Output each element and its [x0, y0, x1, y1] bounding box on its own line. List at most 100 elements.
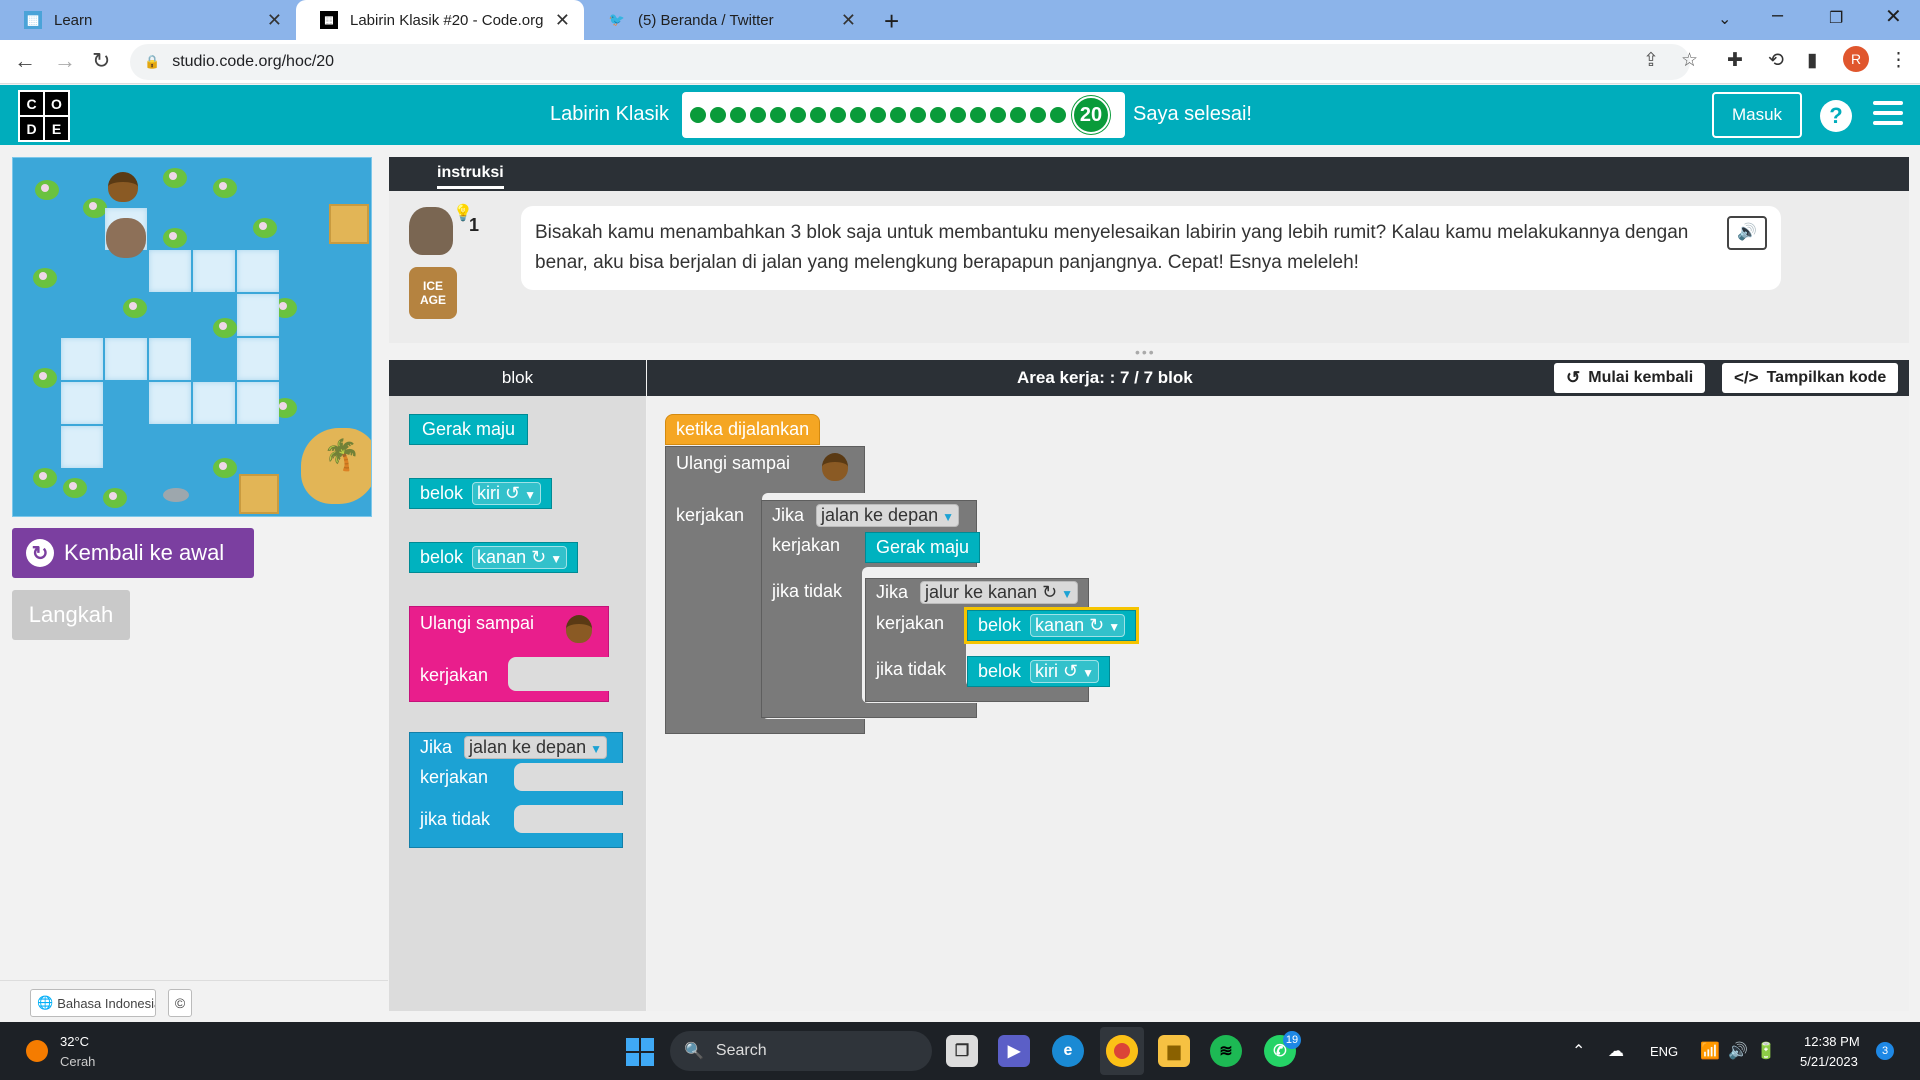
- workspace-header: Area kerja: : 7 / 7 blok ↺ Mulai kembali…: [647, 360, 1909, 396]
- toolbox-turn-right-block[interactable]: belok kanan ↻ ▼: [409, 542, 579, 573]
- lily-pad: [253, 218, 277, 238]
- level-dot[interactable]: [890, 107, 906, 123]
- level-dot[interactable]: [810, 107, 826, 123]
- level-dot[interactable]: [850, 107, 866, 123]
- battery-icon[interactable]: 🔋: [1756, 1041, 1776, 1061]
- close-tab-icon[interactable]: ✕: [555, 10, 570, 31]
- level-dot[interactable]: [710, 107, 726, 123]
- reload-icon[interactable]: ↻: [92, 48, 110, 74]
- close-tab-icon[interactable]: ✕: [841, 10, 856, 31]
- task-view-icon[interactable]: ❐: [946, 1035, 978, 1067]
- level-dot[interactable]: [950, 107, 966, 123]
- restart-icon: ↺: [1566, 368, 1581, 387]
- share-icon[interactable]: ⇪: [1643, 49, 1659, 72]
- level-dot[interactable]: [1010, 107, 1026, 123]
- show-code-button[interactable]: </> Tampilkan kode: [1722, 363, 1899, 393]
- file-explorer-icon[interactable]: ▆: [1158, 1035, 1190, 1067]
- windows-start-icon[interactable]: [626, 1038, 654, 1066]
- level-dot[interactable]: [770, 107, 786, 123]
- condition-dropdown[interactable]: jalan ke depan ▼: [464, 736, 607, 759]
- language-select[interactable]: 🌐 Bahasa Indonesia: [30, 989, 156, 1017]
- clock-time[interactable]: 12:38 PM: [1804, 1034, 1860, 1049]
- block-label: Jika: [876, 582, 909, 602]
- turn-right-block[interactable]: belok kanan ↻ ▼: [963, 607, 1140, 644]
- language-value: Bahasa Indonesia: [57, 995, 156, 1011]
- hamburger-menu-icon[interactable]: [1873, 101, 1903, 131]
- level-dot[interactable]: [870, 107, 886, 123]
- current-level-badge[interactable]: 20: [1072, 96, 1110, 134]
- resize-handle-icon[interactable]: •••: [1135, 344, 1156, 360]
- lily-pad: [63, 478, 87, 498]
- close-window-icon[interactable]: ✕: [1885, 4, 1902, 29]
- input-language[interactable]: ENG: [1650, 1044, 1678, 1059]
- move-forward-block[interactable]: Gerak maju: [865, 532, 981, 563]
- condition-dropdown[interactable]: jalan ke depan ▼: [816, 504, 959, 527]
- direction-dropdown[interactable]: kiri ↺ ▼: [1030, 660, 1100, 683]
- notification-badge[interactable]: 3: [1876, 1042, 1894, 1060]
- condition-dropdown[interactable]: jalur ke kanan ↻ ▼: [920, 581, 1079, 604]
- learn-favicon-icon: ▦: [24, 11, 42, 29]
- side-panel-icon[interactable]: ▮: [1807, 49, 1817, 72]
- extension-icon[interactable]: ⟲: [1768, 49, 1784, 72]
- level-dot[interactable]: [990, 107, 1006, 123]
- restart-button[interactable]: ↺ Mulai kembali: [1554, 363, 1706, 393]
- bookmark-star-icon[interactable]: ☆: [1681, 49, 1698, 72]
- code-org-logo[interactable]: C O D E: [18, 90, 70, 142]
- tab-search-chevron-icon[interactable]: ⌄: [1718, 9, 1731, 29]
- taskbar-search[interactable]: 🔍 Search: [670, 1031, 932, 1071]
- spotify-icon[interactable]: ≋: [1210, 1035, 1242, 1067]
- signin-button[interactable]: Masuk: [1712, 92, 1802, 138]
- direction-dropdown[interactable]: kiri ↺ ▼: [472, 482, 542, 505]
- tab-instructions[interactable]: instruksi: [437, 164, 504, 189]
- level-dot[interactable]: [830, 107, 846, 123]
- chrome-menu-icon[interactable]: ⋮: [1889, 49, 1908, 72]
- direction-dropdown[interactable]: kanan ↻ ▼: [1030, 614, 1126, 637]
- level-dot[interactable]: [750, 107, 766, 123]
- wifi-icon[interactable]: 📶: [1700, 1041, 1720, 1061]
- copyright-button[interactable]: ©: [168, 989, 192, 1017]
- reset-button[interactable]: ↻ Kembali ke awal: [12, 528, 254, 578]
- browser-tab-learn[interactable]: ▦ Learn ✕: [0, 0, 296, 40]
- onedrive-icon[interactable]: ☁: [1608, 1041, 1624, 1061]
- help-icon[interactable]: ?: [1820, 100, 1852, 132]
- level-dot[interactable]: [910, 107, 926, 123]
- toolbox-turn-left-block[interactable]: belok kiri ↺ ▼: [409, 478, 553, 509]
- extensions-puzzle-icon[interactable]: ✚: [1727, 49, 1743, 72]
- teams-chat-icon[interactable]: ▶: [998, 1035, 1030, 1067]
- level-dot[interactable]: [970, 107, 986, 123]
- level-dot[interactable]: [690, 107, 706, 123]
- minimize-icon[interactable]: –: [1772, 4, 1783, 27]
- tray-expand-icon[interactable]: ⌃: [1572, 1041, 1585, 1061]
- edge-icon[interactable]: e: [1052, 1035, 1084, 1067]
- level-dot[interactable]: [1050, 107, 1066, 123]
- level-dot[interactable]: [730, 107, 746, 123]
- level-dot[interactable]: [1030, 107, 1046, 123]
- new-tab-icon[interactable]: +: [884, 6, 899, 37]
- toolbox-move-forward-block[interactable]: Gerak maju: [409, 414, 529, 445]
- level-dot[interactable]: [930, 107, 946, 123]
- profile-avatar[interactable]: R: [1843, 46, 1869, 72]
- clock-date[interactable]: 5/21/2023: [1800, 1054, 1858, 1069]
- restore-icon[interactable]: ❐: [1829, 8, 1843, 28]
- chrome-icon[interactable]: [1106, 1035, 1138, 1067]
- toolbox-if-else-block[interactable]: Jika jalan ke depan ▼ kerjakan jika tidak: [409, 732, 624, 848]
- level-dot[interactable]: [790, 107, 806, 123]
- when-run-block[interactable]: ketika dijalankan: [665, 414, 821, 445]
- close-tab-icon[interactable]: ✕: [267, 10, 282, 31]
- text-to-speech-icon[interactable]: 🔊: [1727, 216, 1767, 250]
- sun-weather-icon[interactable]: [26, 1040, 48, 1062]
- step-button[interactable]: Langkah: [12, 590, 130, 640]
- turn-left-block[interactable]: belok kiri ↺ ▼: [967, 656, 1111, 687]
- level-title[interactable]: Labirin Klasik: [550, 103, 669, 126]
- volume-icon[interactable]: 🔊: [1728, 1041, 1748, 1061]
- address-field[interactable]: 🔒 studio.code.org/hoc/20: [130, 44, 1690, 80]
- block-label: Ulangi sampai: [676, 453, 791, 473]
- toolbox-repeat-until-block[interactable]: Ulangi sampai kerjakan: [409, 606, 610, 702]
- back-icon[interactable]: ←: [14, 48, 36, 74]
- palm-tree-icon: 🌴: [323, 439, 361, 472]
- browser-tab-code-org[interactable]: ▦ Labirin Klasik #20 - Code.org ✕: [296, 0, 584, 40]
- direction-dropdown[interactable]: kanan ↻ ▼: [472, 546, 568, 569]
- forward-icon[interactable]: →: [54, 48, 76, 74]
- browser-tab-twitter[interactable]: 🐦 (5) Beranda / Twitter ✕: [584, 0, 870, 40]
- done-link[interactable]: Saya selesai!: [1133, 103, 1252, 126]
